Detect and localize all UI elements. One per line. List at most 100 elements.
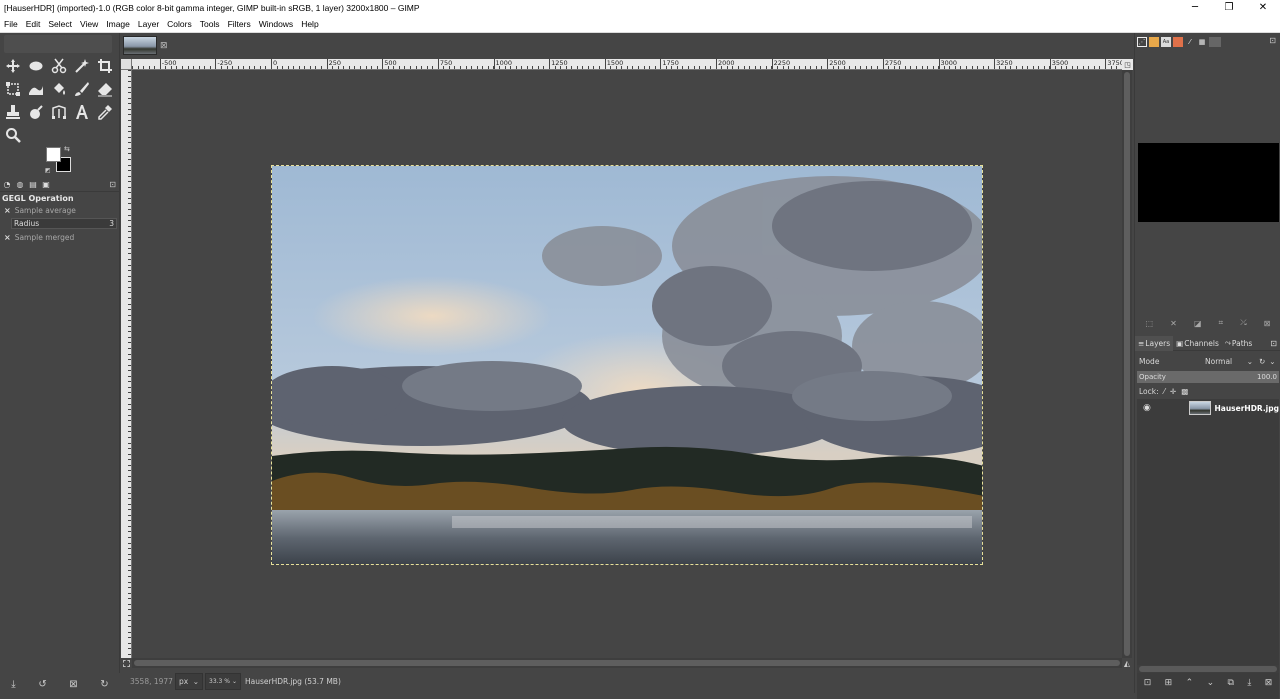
patterns-tab-icon[interactable] [1149,37,1159,47]
delete-options-icon[interactable]: ⊠ [69,679,77,690]
fonts-tab-icon[interactable]: Aa [1161,37,1171,47]
layers-scroll-thumb[interactable] [1139,666,1277,672]
restore-button[interactable]: ❐ [1212,0,1246,15]
minimize-button[interactable]: ─ [1178,0,1212,15]
foreground-color-swatch[interactable] [46,147,61,162]
tool-options-tab-icon[interactable]: ◔ [2,180,12,190]
menu-tools[interactable]: Tools [196,19,224,29]
tab-layers[interactable]: ≡Layers [1135,336,1173,351]
close-image-tab-icon[interactable]: ⊠ [160,41,168,51]
menu-layer[interactable]: Layer [134,19,163,29]
lower-layer-icon[interactable]: ⌄ [1207,678,1215,688]
ellipse-select-icon[interactable] [25,55,47,77]
horizontal-scroll-thumb[interactable] [134,660,1120,666]
zoom-tool-icon[interactable] [2,124,24,146]
menu-help[interactable]: Help [297,19,322,29]
duplicate-item-icon[interactable]: ⌗ [1219,318,1224,328]
fg-bg-color-selector[interactable]: ⇆ ◩ [46,147,72,173]
tab-channels[interactable]: ▣Channels [1173,336,1222,351]
default-colors-icon[interactable]: ◩ [45,167,51,174]
eraser-icon[interactable] [94,78,116,100]
layer-thumbnail[interactable] [1189,401,1212,415]
horizontal-scrollbar[interactable] [132,658,1122,668]
move-tool-icon[interactable] [2,55,24,77]
layer-row[interactable]: ◉ HauserHDR.jpg [1137,399,1279,417]
vertical-scroll-thumb[interactable] [1124,72,1130,656]
zoom-value[interactable]: 33.3 % [209,678,230,685]
warp-transform-icon[interactable] [25,78,47,100]
image-canvas[interactable] [132,70,1122,658]
brushes-tab-icon[interactable]: ⋰ [1137,37,1147,47]
anchor-layer-icon[interactable]: ⤓ [1247,678,1251,688]
unified-transform-icon[interactable] [2,78,24,100]
tab-paths[interactable]: ⤳Paths [1222,336,1255,351]
raise-layer-icon[interactable]: ⌃ [1186,678,1194,688]
edit-item-icon[interactable]: ◪ [1194,319,1202,328]
checkbox-icon[interactable]: × [4,233,11,242]
zoom-selector[interactable]: 33.3 % ⌄ [205,673,241,690]
zoom-image-on-resize-icon[interactable]: ◭ [1122,658,1132,668]
vertical-scrollbar[interactable] [1122,70,1132,658]
remove-item-icon[interactable]: ⊠ [1264,319,1271,328]
fuzzy-select-icon[interactable] [71,55,93,77]
refresh-item-icon[interactable]: ⤯ [1240,318,1246,328]
duplicate-layer-icon[interactable]: ⧉ [1228,678,1234,688]
lock-pixels-icon[interactable]: ⁄ [1164,387,1165,396]
ruler-corner[interactable] [121,59,132,70]
new-layer-group-icon[interactable]: ⊡ [1144,678,1152,688]
image-tab-thumbnail[interactable] [123,36,157,55]
gradients-tab-icon[interactable] [1173,37,1183,47]
configure-tab-icon[interactable]: ⊡ [1270,339,1277,348]
navigate-image-button[interactable]: ◳ [1122,59,1133,70]
new-item-icon[interactable]: ⬚ [1146,319,1154,328]
save-options-icon[interactable]: ⤓ [11,679,15,690]
quick-mask-toggle[interactable] [121,658,132,668]
text-tool-icon[interactable] [71,101,93,123]
layers-list[interactable]: ◉ HauserHDR.jpg [1137,399,1279,699]
opacity-slider[interactable]: Opacity 100.0 [1137,371,1279,383]
paths-tool-icon[interactable] [48,101,70,123]
opacity-value[interactable]: 100.0 [1257,373,1277,381]
menu-select[interactable]: Select [44,19,76,29]
configure-tab-icon[interactable]: ⊡ [109,180,116,189]
smudge-tool-icon[interactable] [25,101,47,123]
document-history-tab-icon[interactable] [1209,37,1221,47]
radius-value[interactable]: 3 [109,219,114,228]
menu-windows[interactable]: Windows [255,19,297,29]
close-button[interactable]: ✕ [1246,0,1280,15]
lock-alpha-icon[interactable]: ▩ [1181,387,1188,396]
vertical-ruler[interactable] [121,70,132,658]
bucket-fill-icon[interactable] [48,78,70,100]
reset-options-icon[interactable]: ↻ [100,679,108,690]
paintbrush-icon[interactable] [71,78,93,100]
menu-image[interactable]: Image [102,19,134,29]
undo-history-tab-icon[interactable]: ▤ [28,180,38,190]
color-picker-icon[interactable] [94,101,116,123]
reset-mode-icon[interactable]: ↻ [1259,357,1265,366]
sample-average-toggle[interactable]: × Sample average [0,204,120,216]
sample-merged-toggle[interactable]: × Sample merged [0,231,120,243]
chevron-down-icon[interactable]: ⌄ [1269,357,1275,366]
configure-tab-icon[interactable]: ⊡ [1269,36,1276,45]
device-status-tab-icon[interactable]: ◍ [15,180,25,190]
crop-tool-icon[interactable] [94,55,116,77]
new-layer-icon[interactable]: ⊞ [1165,678,1173,688]
menu-file[interactable]: File [0,19,22,29]
horizontal-ruler[interactable]: -500-25002505007501000125015001750200022… [132,59,1122,70]
dynamics-tab-icon[interactable]: ⁄ [1185,37,1195,47]
delete-layer-icon[interactable]: ⊠ [1265,678,1273,688]
checkbox-icon[interactable]: × [4,206,11,215]
scissors-select-icon[interactable] [48,55,70,77]
palette-tab-icon[interactable]: ▦ [1197,37,1207,47]
restore-options-icon[interactable]: ↺ [38,679,46,690]
menu-edit[interactable]: Edit [22,19,45,29]
layers-horizontal-scrollbar[interactable] [1137,665,1279,673]
lock-position-icon[interactable]: ✛ [1170,387,1176,396]
brush-preview-area[interactable] [1138,143,1279,222]
wilber-drop-area[interactable] [4,35,112,53]
menu-view[interactable]: View [76,19,102,29]
unit-selector[interactable]: px ⌄ [175,673,203,690]
images-tab-icon[interactable]: ▣ [41,180,51,190]
visibility-eye-icon[interactable]: ◉ [1137,403,1157,413]
layer-name[interactable]: HauserHDR.jpg [1214,404,1279,413]
